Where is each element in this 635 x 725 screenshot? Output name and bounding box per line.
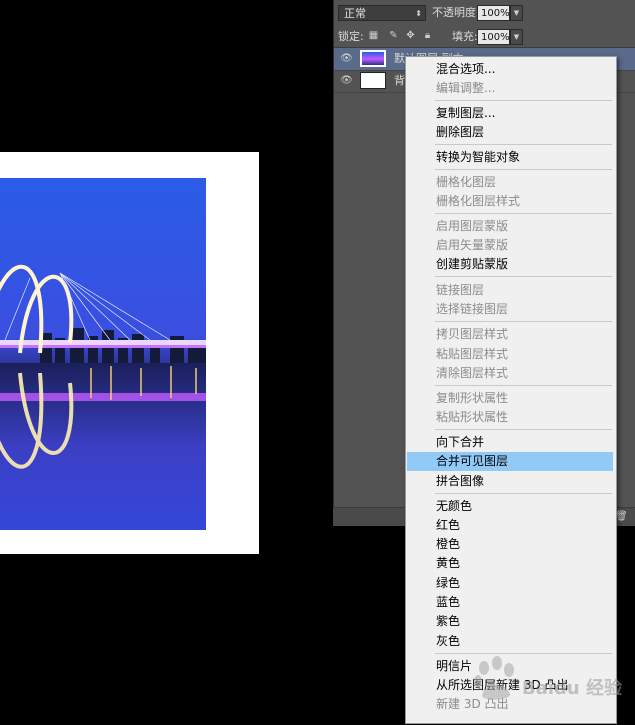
menu-separator [435, 493, 612, 494]
menu-item-enable-layer-mask[interactable]: 启用图层蒙版 [407, 217, 613, 236]
menu-item-delete-layer[interactable]: 删除图层 [407, 123, 613, 142]
visibility-eye-icon[interactable]: 👁︎ [340, 75, 353, 87]
menu-item-merge-down[interactable]: 向下合并 [407, 433, 613, 452]
menu-item-link-layers[interactable]: 链接图层 [407, 281, 613, 300]
lock-fill-row: 锁定: 填充: 100% ▼ [334, 27, 635, 48]
document-canvas[interactable] [0, 0, 332, 725]
lock-image-pixels-icon[interactable]: ✎ [388, 30, 399, 41]
lock-transparent-pixels-icon[interactable]: ▦ [368, 30, 379, 41]
baidu-watermark: Baidu 经验 [470, 652, 630, 712]
menu-item-orange[interactable]: 橙色 [407, 535, 613, 554]
menu-item-flatten-image[interactable]: 拼合图像 [407, 472, 613, 491]
menu-separator [435, 100, 612, 101]
menu-separator [435, 385, 612, 386]
fill-input[interactable]: 100% [477, 29, 510, 45]
opacity-label: 不透明度: [432, 6, 480, 19]
menu-item-clear-layer-style[interactable]: 清除图层样式 [407, 364, 613, 383]
menu-item-no-color[interactable]: 无颜色 [407, 497, 613, 516]
layer-context-menu: 混合选项... 编辑调整... 复制图层... 删除图层 转换为智能对象 栅格化… [405, 56, 617, 724]
menu-item-blue[interactable]: 蓝色 [407, 593, 613, 612]
lock-all-icon[interactable]: 🔒︎ [422, 30, 433, 41]
opacity-dropdown-button[interactable]: ▼ [510, 5, 523, 21]
menu-item-violet[interactable]: 紫色 [407, 612, 613, 631]
menu-item-red[interactable]: 红色 [407, 516, 613, 535]
menu-item-blending-options[interactable]: 混合选项... [407, 60, 613, 79]
chevron-updown-icon: ⬍ [415, 9, 422, 18]
menu-item-create-clipping-mask[interactable]: 创建剪贴蒙版 [407, 255, 613, 274]
menu-item-convert-to-smart-object[interactable]: 转换为智能对象 [407, 148, 613, 167]
menu-item-duplicate-layer[interactable]: 复制图层... [407, 104, 613, 123]
menu-item-paste-layer-style[interactable]: 粘贴图层样式 [407, 345, 613, 364]
baidu-paw-logo-icon [474, 656, 514, 700]
menu-separator [435, 276, 612, 277]
lock-label: 锁定: [338, 30, 364, 43]
menu-item-green[interactable]: 绿色 [407, 574, 613, 593]
visibility-eye-icon[interactable]: 👁︎ [340, 53, 353, 65]
menu-separator [435, 169, 612, 170]
fill-dropdown-button[interactable]: ▼ [510, 29, 523, 45]
menu-item-edit-adjustment[interactable]: 编辑调整... [407, 79, 613, 98]
menu-item-enable-vector-mask[interactable]: 启用矢量蒙版 [407, 236, 613, 255]
menu-item-gray[interactable]: 灰色 [407, 632, 613, 651]
fill-label: 填充: [452, 30, 478, 43]
menu-item-rasterize-layer[interactable]: 栅格化图层 [407, 173, 613, 192]
menu-item-yellow[interactable]: 黄色 [407, 554, 613, 573]
menu-item-copy-shape-attributes[interactable]: 复制形状属性 [407, 389, 613, 408]
opacity-input[interactable]: 100% [477, 5, 510, 21]
menu-item-copy-layer-style[interactable]: 拷贝图层样式 [407, 325, 613, 344]
lock-position-icon[interactable]: ✥ [405, 30, 416, 41]
menu-separator [435, 429, 612, 430]
blend-mode-select[interactable]: 正常 ⬍ [338, 5, 426, 21]
bridge-night-photo [0, 178, 206, 530]
menu-separator [435, 321, 612, 322]
menu-item-merge-visible[interactable]: 合并可见图层 [407, 452, 613, 471]
menu-item-paste-shape-attributes[interactable]: 粘贴形状属性 [407, 408, 613, 427]
watermark-text: Baidu 经验 [522, 678, 623, 699]
menu-separator [435, 213, 612, 214]
layer-thumbnail [360, 50, 386, 67]
menu-item-rasterize-layer-style[interactable]: 栅格化图层样式 [407, 192, 613, 211]
layer-thumbnail [360, 72, 386, 89]
menu-separator [435, 144, 612, 145]
menu-item-select-linked-layers[interactable]: 选择链接图层 [407, 300, 613, 319]
blend-options-row: 正常 ⬍ 不透明度: 100% ▼ [334, 0, 635, 28]
